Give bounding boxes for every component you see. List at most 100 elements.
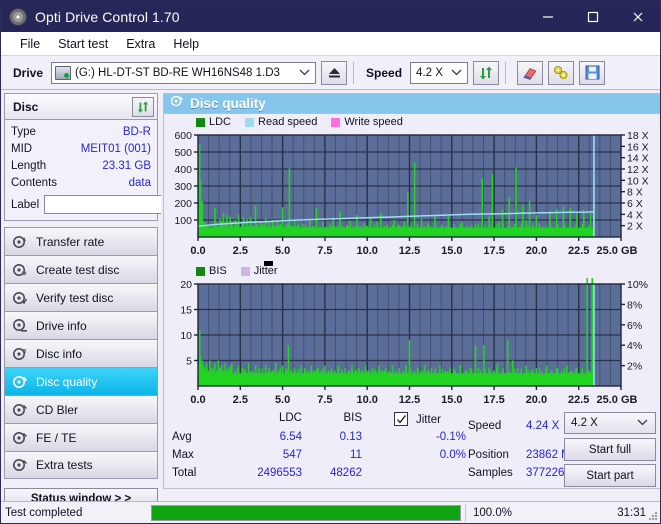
stats-col-ldc: LDC	[278, 412, 302, 424]
maximize-icon[interactable]	[570, 1, 615, 32]
svg-text:200: 200	[174, 198, 192, 210]
disc-quality-icon	[12, 374, 28, 390]
disc-mid-value: MEIT01 (001)	[80, 142, 151, 155]
sidebar-item-disc-quality[interactable]: Disc quality	[4, 367, 158, 395]
bis-jitter-chart[interactable]: 5 10 15 20 2% 4% 6% 8% 10% 0.0 2.5 5.0 7.5 10.0 12.5 15…	[166, 278, 660, 410]
charts-container: LDC Read speed Write speed 100 200 300 400 5…	[163, 113, 660, 489]
svg-text:6 X: 6 X	[627, 198, 643, 210]
speed-label: Speed	[366, 65, 403, 80]
menu-file[interactable]: File	[11, 35, 49, 53]
svg-text:10: 10	[180, 330, 192, 342]
start-part-button[interactable]: Start part	[564, 464, 656, 487]
menu-bar: File Start test Extra Help	[1, 32, 660, 56]
disc-type-value: BD-R	[122, 125, 151, 138]
stats-ldc-total: 2496553	[257, 467, 302, 479]
sidebar-item-label: Disc quality	[36, 374, 98, 389]
svg-text:6%: 6%	[627, 320, 642, 332]
svg-text:5: 5	[186, 356, 192, 368]
refresh-disc-button[interactable]	[132, 96, 154, 117]
drive-select-value: (G:) HL-DT-ST BD-RE WH16NS48 1.D3	[75, 66, 280, 79]
jitter-checkbox[interactable]	[394, 412, 408, 426]
disc-verify-icon	[12, 290, 28, 306]
erase-button[interactable]	[517, 60, 544, 85]
sidebar-item-transfer-rate[interactable]: Transfer rate	[4, 227, 158, 255]
chart1-legend: LDC Read speed Write speed	[166, 115, 660, 129]
disc-speed-icon	[12, 234, 28, 250]
drive-select[interactable]: (G:) HL-DT-ST BD-RE WH16NS48 1.D3	[51, 61, 317, 84]
sidebar-item-verify-test-disc[interactable]: Verify test disc	[4, 283, 158, 311]
disc-row-type: Type BD-R	[11, 123, 151, 140]
sidebar-item-label: Extra tests	[36, 458, 93, 472]
svg-text:22.5: 22.5	[568, 394, 589, 406]
refresh-button[interactable]	[473, 60, 500, 85]
start-full-button[interactable]: Start full	[564, 438, 656, 461]
svg-text:2.5: 2.5	[233, 245, 248, 257]
menu-start-test[interactable]: Start test	[49, 35, 117, 53]
svg-text:100: 100	[174, 215, 192, 227]
menu-help[interactable]: Help	[164, 35, 208, 53]
sidebar-item-label: Verify test disc	[36, 290, 114, 305]
disc-contents-value: data	[128, 176, 151, 189]
disc-label-label: Label	[11, 198, 40, 211]
svg-text:8 X: 8 X	[627, 187, 643, 199]
legend-swatch-jitter	[240, 266, 250, 276]
svg-text:20.0: 20.0	[526, 394, 547, 406]
disc-length-label: Length	[11, 159, 47, 172]
sidebar-item-label: FE / TE	[36, 430, 77, 445]
disc-row-length: Length 23.31 GB	[11, 157, 151, 174]
disc-type-label: Type	[11, 125, 36, 138]
eject-button[interactable]	[321, 60, 348, 85]
disc-write-icon	[12, 262, 28, 278]
close-icon[interactable]	[615, 1, 660, 32]
sidebar-item-fe-te[interactable]: FE / TE	[4, 423, 158, 451]
svg-text:0.0: 0.0	[190, 394, 205, 406]
sidebar-item-create-test-disc[interactable]: Create test disc	[4, 255, 158, 283]
save-button[interactable]	[579, 60, 606, 85]
disc-info-panel: Type BD-R MID MEIT01 (001) Length 23.31 …	[4, 119, 249, 221]
svg-text:18 X: 18 X	[627, 130, 649, 142]
sidebar-item-disc-info[interactable]: Disc info	[4, 339, 158, 367]
disc-row-contents: Contents data	[11, 174, 151, 191]
stats-jitter-avg: -0.1%	[435, 431, 466, 443]
menu-extra[interactable]: Extra	[117, 35, 164, 53]
sidebar-item-label: Create test disc	[36, 262, 120, 277]
sidebar-item-drive-info[interactable]: Drive info	[4, 311, 158, 339]
status-message: Test completed	[5, 506, 83, 519]
window-title: Opti Drive Control 1.70	[35, 8, 180, 25]
disc-contents-label: Contents	[11, 176, 58, 189]
disc-data-icon	[12, 346, 28, 362]
test-speed-select[interactable]: 4.2 X	[564, 412, 656, 434]
svg-text:25.0 GB: 25.0 GB	[597, 394, 638, 406]
chevron-down-icon	[299, 67, 310, 79]
minimize-icon[interactable]	[525, 1, 570, 32]
sidebar-item-cd-bler[interactable]: CD Bler	[4, 395, 158, 423]
speed-select[interactable]: 4.2 X	[410, 61, 469, 84]
resize-grip-icon[interactable]	[647, 510, 658, 521]
ldc-read-speed-chart[interactable]: 100 200 300 400 500 600 2 X4 X6 X8 X 10 X 12 X 14…	[166, 129, 660, 261]
svg-text:12.5: 12.5	[399, 394, 420, 406]
tools-button[interactable]	[548, 60, 575, 85]
svg-text:8%: 8%	[627, 299, 642, 311]
sidebar-item-label: Transfer rate	[36, 234, 105, 249]
svg-text:5.0: 5.0	[275, 245, 290, 257]
sidebar-item-label: CD Bler	[36, 402, 79, 417]
legend-label-bis: BIS	[209, 265, 227, 277]
svg-text:7.5: 7.5	[317, 394, 332, 406]
svg-text:10.0: 10.0	[356, 245, 377, 257]
sidebar-item-extra-tests[interactable]: Extra tests	[4, 451, 158, 479]
svg-text:17.5: 17.5	[483, 394, 504, 406]
chevron-down-icon	[451, 67, 462, 79]
test-speed-value: 4.2 X	[571, 417, 598, 429]
svg-text:20.0: 20.0	[526, 245, 547, 257]
drive-icon	[55, 65, 72, 80]
svg-text:20: 20	[180, 279, 192, 291]
svg-text:25.0 GB: 25.0 GB	[597, 245, 638, 257]
chevron-down-icon	[637, 417, 648, 429]
svg-text:300: 300	[174, 181, 192, 193]
svg-text:15: 15	[180, 305, 192, 317]
stats-row-avg: Avg	[172, 431, 192, 443]
disc-panel-header: Disc	[4, 93, 158, 119]
legend-swatch-read-speed	[245, 117, 255, 127]
disc-quality-icon	[170, 94, 184, 113]
speed-select-value: 4.2 X	[416, 66, 443, 79]
